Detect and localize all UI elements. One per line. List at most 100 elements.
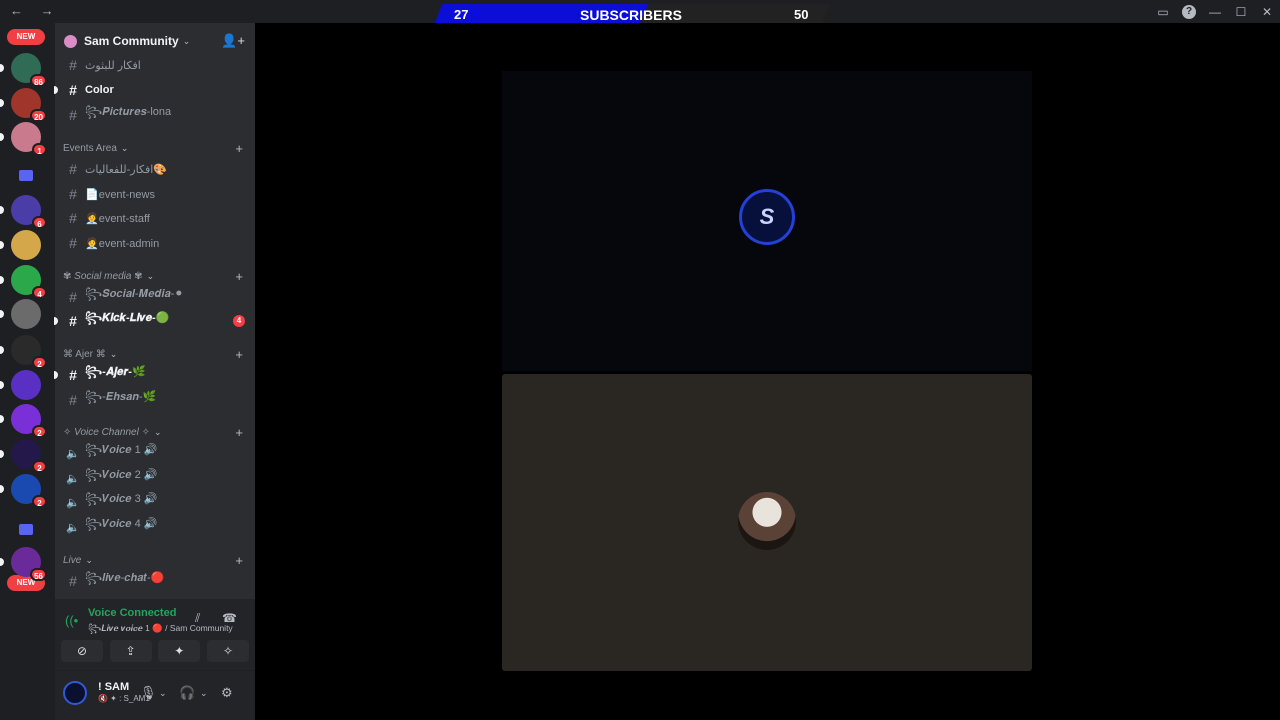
camera-button[interactable]: ⊘ xyxy=(61,640,103,662)
hash-icon: # xyxy=(69,289,77,305)
activities-button[interactable]: ✦ xyxy=(158,640,201,662)
back-arrow-icon[interactable]: ← xyxy=(10,3,23,18)
unread-indicator xyxy=(54,317,58,325)
channel-item[interactable]: # 📄event-news xyxy=(63,183,249,205)
chevron-down-icon: ⌄ xyxy=(85,554,93,565)
server-icon[interactable]: 86 xyxy=(0,53,47,87)
participant-tile[interactable]: S xyxy=(502,71,1032,371)
category-voice[interactable]: ✧ Voice Channel ✧ ⌄ + xyxy=(63,423,249,441)
channel-name: ꧂𝑺𝒐𝒄𝒊𝒂𝒍-𝑴𝒆𝒅𝒊𝒂-⚫ xyxy=(85,288,184,300)
chevron-down-icon[interactable]: ⌄ xyxy=(159,688,167,699)
server-icon[interactable] xyxy=(0,299,41,329)
add-channel-icon[interactable]: + xyxy=(235,141,243,156)
channel-name: ꧂𝑽𝒐𝒊𝒄𝒆 3 🔊 xyxy=(85,493,158,505)
chevron-down-icon[interactable]: ⌄ xyxy=(200,688,208,699)
voice-channel-item[interactable]: 🔈 ꧂𝑽𝒐𝒊𝒄𝒆 4 🔊 xyxy=(63,516,249,538)
category-events[interactable]: Events Area ⌄ + xyxy=(63,139,249,157)
voice-channel-item[interactable]: 🔈 ꧂𝑽𝒐𝒊𝒄𝒆 2 🔊 xyxy=(63,467,249,489)
add-channel-icon[interactable]: + xyxy=(235,553,243,568)
channel-item[interactable]: # ꧂𝑷𝒊𝒄𝒕𝒖𝒓𝒆𝒔-lona xyxy=(63,104,249,126)
microphone-icon[interactable]: 🎙 xyxy=(140,685,157,701)
close-button[interactable]: ✕ xyxy=(1254,5,1280,19)
hash-icon: # xyxy=(69,186,77,202)
participant-tile[interactable] xyxy=(502,374,1032,671)
server-icon[interactable] xyxy=(0,230,41,260)
voice-channel-item[interactable]: 🔈 ꧂𝑽𝒐𝒊𝒄𝒆 1 🔊 xyxy=(63,442,249,464)
minimize-button[interactable]: — xyxy=(1202,5,1228,19)
new-badge-top[interactable]: NEW xyxy=(7,29,45,45)
channel-name: 📄event-news xyxy=(85,188,155,201)
username[interactable]: ! SAM xyxy=(98,681,129,693)
invite-user-icon[interactable]: 👤+ xyxy=(221,33,245,49)
category-social[interactable]: ✾ Social media ✾ ⌄ + xyxy=(63,267,249,285)
unread-indicator xyxy=(0,64,4,72)
voice-connected-title[interactable]: Voice Connected xyxy=(88,607,176,619)
channel-item[interactable]: # ꧂𝑲𝒊𝒄𝒌-𝑳𝒊𝒗𝒆-🟢 4 xyxy=(54,310,249,332)
unread-indicator xyxy=(0,276,4,284)
unread-indicator xyxy=(0,133,4,141)
server-icon[interactable]: 2 xyxy=(0,474,47,508)
chevron-down-icon: ⌄ xyxy=(182,35,191,46)
hash-icon: # xyxy=(69,82,77,98)
category-live[interactable]: Live ⌄ + xyxy=(63,551,249,569)
server-icon[interactable]: 4 xyxy=(0,265,47,299)
voice-channel-item[interactable]: 🔈 ꧂𝑽𝒐𝒊𝒄𝒆 3 🔊 xyxy=(63,491,249,513)
unread-indicator xyxy=(0,485,4,493)
server-icon[interactable]: 1 xyxy=(0,122,47,156)
add-channel-icon[interactable]: + xyxy=(235,425,243,440)
add-channel-icon[interactable]: + xyxy=(235,269,243,284)
channel-name: 🧑‍💼event-staff xyxy=(85,212,150,225)
category-name: ✧ Voice Channel ✧ xyxy=(63,426,150,438)
server-folder-icon[interactable] xyxy=(19,170,33,181)
server-list: NEW NEW 86 20 1 6 4 2 2 2 2 56 xyxy=(0,23,55,720)
chevron-down-icon: ⌄ xyxy=(154,426,162,437)
channel-item[interactable]: # ꧂-𝑬𝒉𝒔𝒂𝒏-🌿 xyxy=(63,389,249,411)
noise-suppression-icon[interactable]: ⫽ xyxy=(195,611,200,626)
voice-channel-location[interactable]: ꧂𝑳𝒊𝒗𝒆 𝒗𝒐𝒊𝒄𝒆 1 🔴 / Sam Community xyxy=(88,621,233,639)
mention-badge: 2 xyxy=(32,425,47,438)
signal-icon[interactable]: ((• xyxy=(65,613,78,628)
forward-arrow-icon[interactable]: → xyxy=(41,3,54,18)
unread-indicator xyxy=(0,346,4,354)
channel-item[interactable]: # Color xyxy=(54,79,249,101)
channel-item[interactable]: # ꧂-𝑨𝒋𝒆𝒓-🌿 xyxy=(54,364,249,386)
mention-badge: 4 xyxy=(233,315,245,327)
add-channel-icon[interactable]: + xyxy=(235,347,243,362)
server-icon[interactable]: 6 xyxy=(0,195,47,229)
channel-item[interactable]: # 🧑‍💼event-admin xyxy=(63,232,249,254)
category-ajer[interactable]: ⌘ Ajer ⌘ ⌄ + xyxy=(63,345,249,363)
server-folder-icon[interactable] xyxy=(19,524,33,535)
server-icon[interactable]: 20 xyxy=(0,88,47,122)
server-icon[interactable]: 2 xyxy=(0,404,47,438)
headset-icon[interactable]: 🎧 xyxy=(179,685,195,701)
help-icon[interactable]: ? xyxy=(1182,4,1196,19)
server-icon[interactable]: 2 xyxy=(0,439,47,473)
voice-stage: S xyxy=(255,23,1280,720)
hash-icon: # xyxy=(69,107,77,123)
channel-item[interactable]: # افكار للبثوث xyxy=(63,54,249,76)
avatar[interactable] xyxy=(63,681,87,705)
channel-name: افكار-للفعاليات🎨 xyxy=(85,163,168,176)
hash-icon: # xyxy=(69,313,77,329)
channel-item[interactable]: # افكار-للفعاليات🎨 xyxy=(63,158,249,180)
server-icon[interactable]: 2 xyxy=(0,335,47,369)
user-panel: ! SAM 🔇 ✦ : S_AM1 🎙 ⌄ 🎧 ⌄ ⚙ xyxy=(55,671,255,720)
history-nav: ← → xyxy=(10,3,68,18)
channel-item[interactable]: # 🧑‍💼event-staff xyxy=(63,207,249,229)
server-icon[interactable] xyxy=(0,370,41,400)
mention-badge: 86 xyxy=(30,74,47,87)
subscriber-goal: 50 xyxy=(794,7,809,22)
screen-share-button[interactable]: ⇪ xyxy=(109,640,152,662)
channel-item[interactable]: # ꧂𝒍𝒊𝒗𝒆-𝒄𝒉𝒂𝒕-🔴 xyxy=(63,570,249,592)
soundboard-button[interactable]: ✧ xyxy=(206,640,249,662)
settings-gear-icon[interactable]: ⚙ xyxy=(221,685,233,701)
channel-name: ꧂𝑽𝒐𝒊𝒄𝒆 2 🔊 xyxy=(85,469,158,481)
unread-indicator xyxy=(0,206,4,214)
screen-share-icon[interactable]: ▭ xyxy=(1150,5,1176,19)
channel-item[interactable]: # ꧂𝑺𝒐𝒄𝒊𝒂𝒍-𝑴𝒆𝒅𝒊𝒂-⚫ xyxy=(63,286,249,308)
disconnect-icon[interactable]: ☎ xyxy=(222,611,237,625)
hash-icon: # xyxy=(69,57,77,73)
maximize-button[interactable]: ☐ xyxy=(1228,5,1254,19)
server-icon[interactable]: 56 xyxy=(0,547,47,581)
channel-name: ꧂𝑷𝒊𝒄𝒕𝒖𝒓𝒆𝒔-lona xyxy=(85,106,172,118)
